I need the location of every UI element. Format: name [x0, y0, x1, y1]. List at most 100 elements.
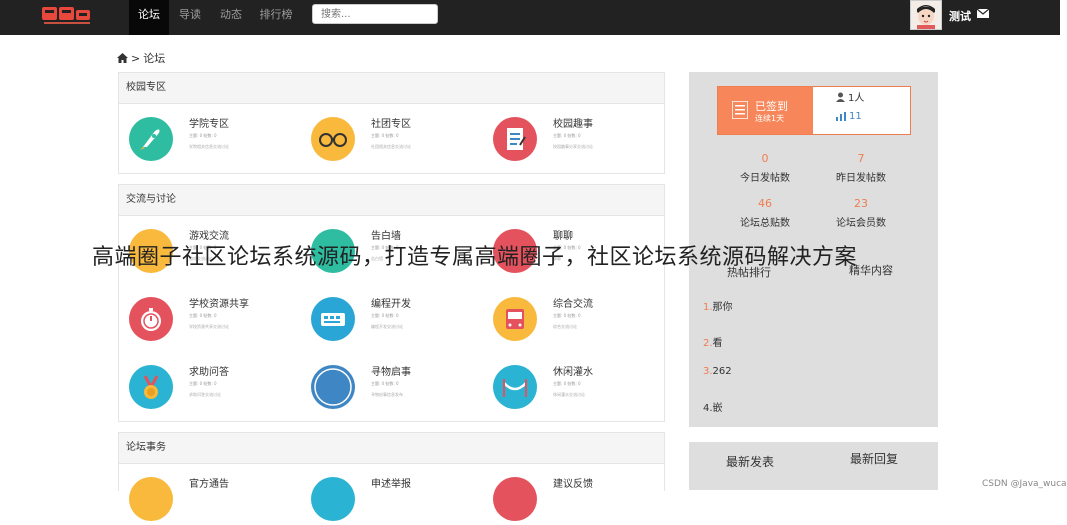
stopwatch-icon [129, 297, 173, 341]
stat-value: 7 [857, 152, 865, 165]
forum-desc: 寻物启事信息发布 [371, 392, 403, 397]
section-discussion: 交流与讨论 游戏交流 主题: 0 帖数: 0 游戏交流讨论 告白墙 主题: 0 … [118, 184, 665, 422]
forum-name[interactable]: 官方通告 [189, 475, 229, 490]
forum-item[interactable]: 申述举报 [301, 471, 471, 525]
forum-item[interactable]: 学校资源共享 主题: 0 帖数: 0 学校资源共享交流讨论 [119, 291, 289, 345]
forum-item[interactable]: 学院专区 主题: 0 帖数: 0 学院相关信息交流讨论 [119, 111, 289, 165]
bar-chart-icon [836, 112, 846, 121]
code-icon [311, 297, 355, 341]
stat-label: 昨日发帖数 [836, 173, 886, 184]
forum-name[interactable]: 学校资源共享 [189, 295, 249, 310]
forum-desc: 休闲灌水交流讨论 [553, 392, 585, 397]
forum-item[interactable]: 编程开发 主题: 0 帖数: 0 编程开发交流讨论 [301, 291, 471, 345]
forum-name[interactable]: 社团专区 [371, 115, 411, 130]
announcement-icon [129, 477, 173, 521]
rank-stat: 11 [836, 111, 862, 122]
tab-latest-replies[interactable]: 最新回复 [850, 450, 898, 467]
online-count-value: 1人 [848, 93, 865, 104]
forum-item[interactable]: 校园趣事 主题: 0 帖数: 0 校园趣事分享交流讨论 [483, 111, 653, 165]
mail-icon[interactable] [977, 9, 989, 18]
section-title: 校园专区 [119, 73, 664, 104]
forum-desc: 求助问答交流讨论 [189, 392, 221, 397]
forum-stats: 主题: 0 帖数: 0 [371, 313, 399, 318]
tab-latest-posts[interactable]: 最新发表 [726, 453, 774, 470]
hot-post-item[interactable]: 4.嵌 [703, 399, 723, 414]
overlay-title: 高端圈子社区论坛系统源码，打造专属高端圈子，社区论坛系统源码解决方案 [92, 245, 858, 270]
forum-stats: 主题: 0 帖数: 0 [553, 133, 581, 138]
forum-item[interactable]: 社团专区 主题: 0 帖数: 0 社团相关信息交流讨论 [301, 111, 471, 165]
hot-post-item[interactable]: 3.262 [703, 366, 732, 377]
forum-name[interactable]: 综合交流 [553, 295, 593, 310]
forum-name[interactable]: 建议反馈 [553, 475, 593, 490]
section-campus: 校园专区 学院专区 主题: 0 帖数: 0 学院相关信息交流讨论 社团专区 主题… [118, 72, 665, 174]
breadcrumb-separator: > [131, 51, 141, 65]
forum-name[interactable]: 休闲灌水 [553, 363, 593, 378]
breadcrumb: > 论坛 [117, 50, 165, 66]
hammock-icon [493, 365, 537, 409]
forum-desc: 综合交流讨论 [553, 324, 577, 329]
forum-stats: 主题: 0 帖数: 0 [189, 133, 217, 138]
nav-tab-guide[interactable]: 导读 [172, 0, 208, 35]
section-affairs: 论坛事务 官方通告 申述举报 建议反馈 [118, 432, 665, 521]
forum-item[interactable]: 寻物启事 主题: 0 帖数: 0 寻物启事信息发布 [301, 359, 471, 413]
forum-name[interactable]: 寻物启事 [371, 363, 411, 378]
hot-post-title[interactable]: 那你 [713, 302, 733, 313]
home-icon[interactable] [117, 53, 128, 63]
feedback-icon [493, 477, 537, 521]
calendar-icon [732, 101, 748, 119]
forum-name[interactable]: 校园趣事 [553, 115, 593, 130]
forum-item[interactable]: 建议反馈 [483, 471, 653, 525]
section-title: 交流与讨论 [119, 185, 664, 216]
top-navbar: 论坛 导读 动态 排行榜 测试 [0, 0, 1060, 35]
breadcrumb-current: 论坛 [143, 52, 166, 65]
stat-label: 论坛会员数 [836, 218, 886, 229]
search-input[interactable] [312, 4, 438, 24]
forum-stats: 主题: 0 帖数: 0 [371, 381, 399, 386]
forum-stats: 主题: 0 帖数: 0 [553, 381, 581, 386]
watermark: CSDN @Java_wucao [982, 479, 1067, 489]
stat-value: 23 [854, 197, 868, 210]
hot-post-title[interactable]: 262 [713, 366, 732, 377]
nav-tab-ranking[interactable]: 排行榜 [254, 0, 298, 35]
section-title: 论坛事务 [119, 433, 664, 464]
site-logo-icon[interactable] [42, 5, 92, 27]
stat-members: 23 论坛会员数 [799, 197, 923, 229]
sign-in-widget: 已签到 连续1天 1人 11 [717, 86, 911, 135]
username-label[interactable]: 测试 [949, 8, 971, 24]
forum-name[interactable]: 学院专区 [189, 115, 229, 130]
forum-desc: 编程开发交流讨论 [371, 324, 403, 329]
forum-item[interactable]: 求助问答 主题: 0 帖数: 0 求助问答交流讨论 [119, 359, 289, 413]
hot-post-title[interactable]: 嵌 [713, 403, 723, 414]
hot-post-item[interactable]: 1.那你 [703, 298, 733, 313]
user-avatar[interactable] [910, 0, 942, 30]
forum-stats: 主题: 0 帖数: 0 [189, 313, 217, 318]
forum-name[interactable]: 编程开发 [371, 295, 411, 310]
hot-post-rank: 2. [703, 338, 713, 349]
hot-post-rank: 4. [703, 403, 713, 414]
latest-sidebar: 最新发表 最新回复 [689, 442, 938, 490]
report-icon [311, 477, 355, 521]
hot-post-title[interactable]: 看 [713, 338, 723, 349]
forum-item[interactable]: 综合交流 主题: 0 帖数: 0 综合交流讨论 [483, 291, 653, 345]
forum-stats: 主题: 0 帖数: 0 [189, 381, 217, 386]
checklist-icon [493, 117, 537, 161]
forum-desc: 社团相关信息交流讨论 [371, 144, 411, 149]
online-count: 1人 [836, 89, 864, 104]
lost-found-icon [311, 365, 355, 409]
user-icon [836, 92, 845, 102]
hot-post-item[interactable]: 2.看 [703, 334, 723, 349]
forum-desc: 校园趣事分享交流讨论 [553, 144, 593, 149]
forum-item[interactable]: 官方通告 [119, 471, 289, 525]
nav-tab-activity[interactable]: 动态 [213, 0, 249, 35]
medal-icon [129, 365, 173, 409]
forum-name[interactable]: 申述举报 [371, 475, 411, 490]
forum-item[interactable]: 休闲灌水 主题: 0 帖数: 0 休闲灌水交流讨论 [483, 359, 653, 413]
forum-desc: 学院相关信息交流讨论 [189, 144, 229, 149]
glasses-icon [311, 117, 355, 161]
sign-in-button[interactable]: 已签到 连续1天 [718, 87, 813, 134]
forum-name[interactable]: 求助问答 [189, 363, 229, 378]
nav-tab-forum[interactable]: 论坛 [129, 0, 169, 35]
bus-icon [493, 297, 537, 341]
sign-in-streak: 连续1天 [755, 114, 785, 123]
forum-desc: 学校资源共享交流讨论 [189, 324, 229, 329]
